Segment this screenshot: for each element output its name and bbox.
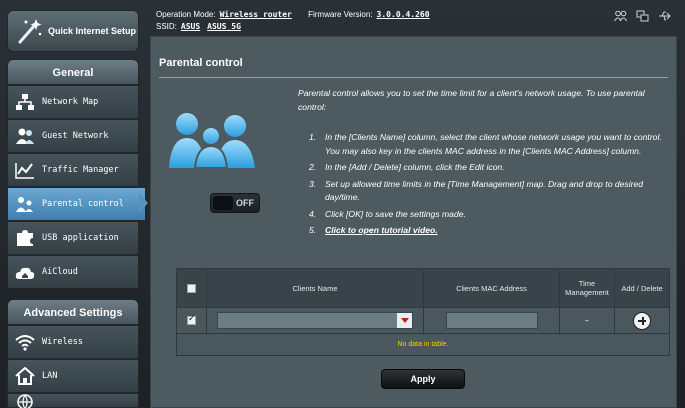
client-name-cell — [207, 308, 424, 333]
firmware-version-link[interactable]: 3.0.0.4.260 — [377, 10, 430, 19]
instruction-steps: 1. In the [Clients Name] column, select t… — [309, 131, 664, 241]
sidebar-item-partial[interactable] — [7, 393, 139, 408]
row-check-cell — [177, 308, 207, 333]
windows-icon[interactable] — [636, 10, 649, 22]
page-title: Parental control — [159, 57, 243, 69]
step-text: Set up allowed time limits in the [Time … — [325, 178, 644, 203]
ssid-label: SSID: — [156, 22, 177, 31]
col-add-delete: Add / Delete — [621, 283, 663, 293]
step-4: 4. Click [OK] to save the settings made. — [309, 208, 664, 222]
parental-control-toggle[interactable]: OFF — [210, 193, 260, 213]
family-illustration-icon — [169, 110, 255, 169]
mac-address-input[interactable] — [445, 312, 538, 329]
select-all-checkbox[interactable] — [187, 283, 196, 293]
client-name-combobox[interactable] — [217, 312, 413, 329]
quick-internet-setup-button[interactable]: Quick Internet Setup — [7, 10, 139, 52]
step-1: 1. In the [Clients Name] column, select t… — [309, 131, 664, 158]
ssid-5g-link[interactable]: ASUS_5G — [207, 22, 241, 31]
no-data-message: No data in table. — [177, 333, 669, 355]
clients-table: Clients Name Clients MAC Address Time Ma… — [176, 268, 670, 356]
quick-setup-label: Quick Internet Setup — [48, 25, 137, 36]
sidebar-item-wireless[interactable]: Wireless — [7, 325, 139, 359]
add-icon[interactable] — [633, 311, 651, 330]
step-3: 3. Set up allowed time limits in the [Tim… — [309, 178, 664, 205]
sidebar-item-label: Wireless — [42, 337, 83, 347]
sidebar-item-lan[interactable]: LAN — [7, 359, 139, 393]
step-text: In the [Clients Name] column, select the… — [325, 132, 662, 156]
advanced-settings-section-title: Advanced Settings — [7, 299, 139, 325]
status-line-1: Operation Mode: Wireless router Firmware … — [156, 10, 430, 19]
time-cell: – — [560, 308, 615, 333]
parental-control-panel: Parental control OFF Parental control al… — [150, 36, 677, 408]
table-header-row: Clients Name Clients MAC Address Time Ma… — [177, 269, 669, 307]
step-text: In the [Add / Delete] column, click the … — [325, 162, 505, 172]
sidebar-item-label: USB application — [42, 233, 119, 243]
col-clients-name: Clients Name — [207, 269, 424, 307]
puzzle-icon — [14, 227, 36, 249]
operation-mode-label: Operation Mode: — [156, 10, 216, 19]
sidebar-item-aicloud[interactable]: AiCloud — [7, 255, 139, 289]
guest-users-icon — [14, 125, 36, 147]
step-5: 5. Click to open tutorial video. — [309, 224, 664, 238]
router-admin-page: Quick Internet Setup General Network Map… — [0, 0, 685, 408]
sidebar-item-label: Guest Network — [42, 131, 109, 141]
toggle-state-label: OFF — [236, 198, 254, 208]
clients-icon[interactable] — [614, 10, 627, 22]
col-time-management: Time Management — [560, 269, 615, 307]
sidebar-item-label: AiCloud — [42, 267, 78, 277]
row-checkbox[interactable] — [187, 314, 196, 325]
sidebar-item-guest-network[interactable]: Guest Network — [7, 119, 139, 153]
sidebar-item-label: Parental control — [42, 199, 124, 209]
col-clients-mac: Clients MAC Address — [424, 269, 560, 307]
description-text: Parental control allows you to set the t… — [298, 88, 645, 112]
sidebar-item-traffic-manager[interactable]: Traffic Manager — [7, 153, 139, 187]
select-all-cell — [177, 269, 207, 307]
cloud-house-icon — [14, 261, 36, 283]
tutorial-video-link[interactable]: Click to open tutorial video. — [325, 224, 438, 238]
title-divider — [159, 77, 668, 78]
sidebar-item-network-map[interactable]: Network Map — [7, 85, 139, 119]
sidebar-item-label: Network Map — [42, 97, 99, 107]
status-icons — [614, 10, 671, 22]
dropdown-arrow-icon[interactable] — [397, 313, 412, 328]
sidebar-item-label: LAN — [42, 371, 58, 381]
step-text: Click [OK] to save the settings made. — [325, 208, 466, 219]
ssid-2g-link[interactable]: ASUS — [181, 22, 200, 31]
globe-icon — [14, 390, 36, 408]
step-2: 2. In the [Add / Delete] column, click th… — [309, 161, 664, 175]
sidebar-item-parental-control[interactable]: Parental control — [7, 187, 146, 221]
top-status-bar: Operation Mode: Wireless router Firmware … — [150, 0, 685, 34]
toggle-knob — [213, 196, 233, 210]
sidebar-item-label: Traffic Manager — [42, 165, 119, 175]
status-line-2: SSID: ASUS ASUS_5G — [156, 22, 241, 31]
sidebar-item-usb-application[interactable]: USB application — [7, 221, 139, 255]
traffic-chart-icon — [14, 159, 36, 181]
time-management-value: – — [584, 315, 590, 326]
apply-button[interactable]: Apply — [381, 369, 465, 389]
operation-mode-link[interactable]: Wireless router — [220, 10, 292, 19]
usb-icon[interactable] — [658, 10, 671, 22]
add-cell — [615, 308, 669, 333]
magic-wand-icon — [14, 16, 44, 46]
mac-cell — [424, 308, 560, 333]
network-map-icon — [14, 91, 36, 113]
sidebar: Quick Internet Setup General Network Map… — [0, 0, 148, 408]
table-input-row: – — [177, 307, 669, 333]
active-item-pointer — [139, 193, 148, 213]
general-section-title: General — [7, 59, 139, 85]
wifi-icon — [14, 331, 36, 353]
home-icon — [14, 365, 36, 387]
parental-control-icon — [14, 193, 36, 215]
firmware-label: Firmware Version: — [308, 10, 373, 19]
